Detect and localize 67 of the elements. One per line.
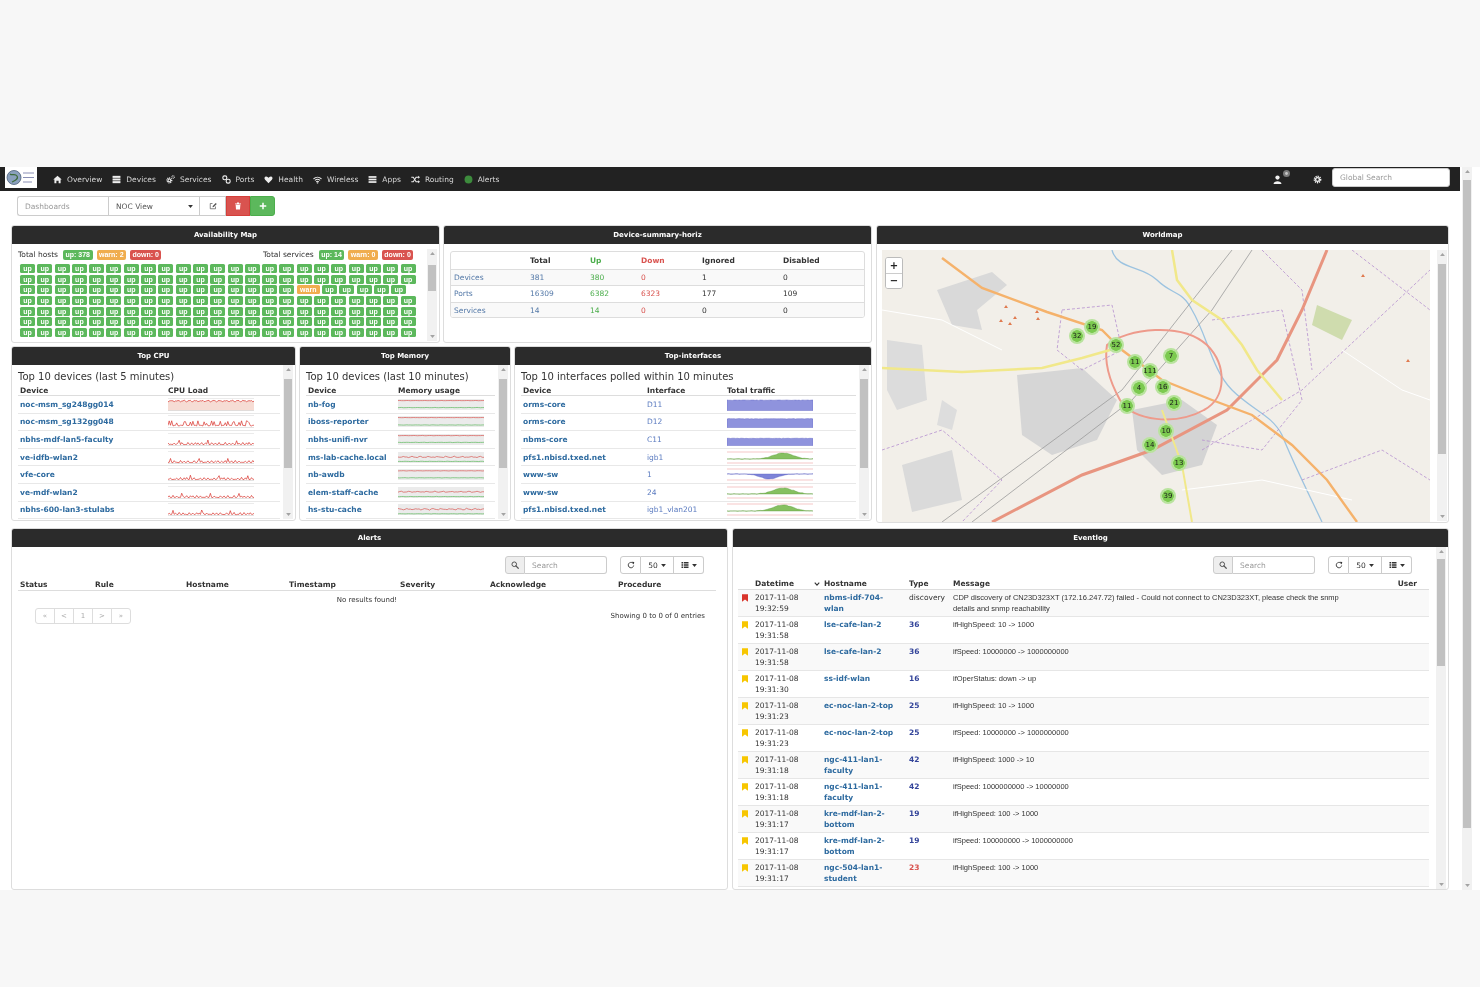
scrollbar[interactable] <box>1462 167 1472 890</box>
heart-icon <box>264 174 274 184</box>
settings-icon[interactable] <box>1313 174 1322 184</box>
caret-down-icon[interactable] <box>285 513 291 516</box>
scrollbar-thumb[interactable] <box>1437 559 1445 667</box>
caret-down-icon[interactable] <box>500 513 506 516</box>
list-icon <box>680 561 689 569</box>
caret-down-icon[interactable] <box>1439 515 1445 518</box>
caret-down-icon <box>1368 563 1374 567</box>
widget-subtitle: Top 10 interfaces polled within 10 minutes <box>521 371 735 382</box>
home-icon <box>53 174 62 184</box>
shuffle-icon <box>410 174 420 184</box>
search-icon <box>1219 561 1227 569</box>
wifi-icon <box>312 174 322 184</box>
gears-icon <box>165 174 175 184</box>
search-icon <box>511 561 519 569</box>
caret-down-icon <box>188 204 193 208</box>
scrollbar-thumb[interactable] <box>499 379 507 468</box>
zoom-out-button[interactable]: − <box>886 273 902 288</box>
plus-icon <box>258 202 267 210</box>
widget-subtitle: Top 10 devices (last 5 minutes) <box>18 371 176 382</box>
scrollbar[interactable] <box>1436 547 1446 889</box>
list-icon <box>368 174 378 184</box>
trash-icon <box>234 202 242 210</box>
scrollbar-thumb[interactable] <box>428 265 436 292</box>
scrollbar[interactable] <box>427 249 437 341</box>
caret-down-icon <box>1399 563 1405 567</box>
caret-up-icon[interactable] <box>500 368 506 371</box>
edit-icon <box>208 202 217 210</box>
widget-subtitle: Top 10 devices (last 10 minutes) <box>306 371 470 382</box>
caret-up-icon[interactable] <box>1438 550 1444 553</box>
circle-icon <box>463 174 473 184</box>
chevron-down-icon[interactable] <box>814 581 820 586</box>
columns-button[interactable] <box>1382 556 1412 574</box>
list-icon <box>1388 561 1397 569</box>
scrollbar[interactable] <box>498 365 508 519</box>
caret-down-icon[interactable] <box>861 513 867 516</box>
scrollbar-thumb[interactable] <box>860 379 868 468</box>
refresh-icon <box>1334 561 1343 569</box>
caret-down-icon <box>660 563 666 567</box>
refresh-button[interactable] <box>1328 556 1349 574</box>
caret-up-icon[interactable] <box>1439 253 1445 256</box>
server-icon <box>112 174 122 184</box>
scrollbar-thumb[interactable] <box>1438 264 1446 454</box>
edit-button[interactable] <box>200 196 226 216</box>
columns-button[interactable] <box>674 556 704 574</box>
link-icon <box>221 174 231 184</box>
scrollbar[interactable] <box>283 365 293 519</box>
caret-down-icon[interactable] <box>1438 883 1444 886</box>
caret-up-icon[interactable] <box>861 368 867 371</box>
notification-dot-icon <box>1283 169 1290 177</box>
scrollbar[interactable] <box>1437 250 1447 521</box>
add-button[interactable] <box>250 196 275 216</box>
caret-up-icon[interactable] <box>429 252 435 255</box>
caret-down-icon[interactable] <box>1464 884 1470 887</box>
refresh-button[interactable] <box>620 556 641 574</box>
user-icon[interactable] <box>1273 174 1282 184</box>
caret-down-icon[interactable] <box>429 335 435 338</box>
scrollbar-thumb[interactable] <box>284 379 292 468</box>
refresh-icon <box>626 561 635 569</box>
caret-down-icon <box>691 563 697 567</box>
delete-button[interactable] <box>226 196 250 216</box>
scrollbar-thumb[interactable] <box>1463 179 1471 829</box>
caret-up-icon[interactable] <box>1464 170 1470 173</box>
scrollbar[interactable] <box>859 365 869 519</box>
logo-icon[interactable] <box>5 167 37 188</box>
caret-up-icon[interactable] <box>285 368 291 371</box>
